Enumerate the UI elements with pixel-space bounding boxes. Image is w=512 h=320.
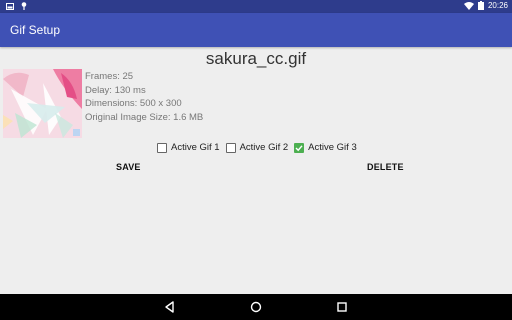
active-gif-2-label: Active Gif 2 (239, 142, 289, 153)
navigation-bar (0, 294, 512, 320)
notification-image-icon (6, 2, 14, 10)
status-time: 20:26 (487, 1, 508, 10)
status-bar: 20:26 (0, 0, 512, 13)
active-gif-1-label: Active Gif 1 (171, 142, 220, 153)
active-gif-1-checkbox[interactable]: Active Gif 1 (157, 142, 220, 153)
active-gif-2-checkbox[interactable]: Active Gif 2 (225, 142, 289, 153)
checkbox-unchecked-icon[interactable] (225, 142, 236, 153)
notification-pin-icon (21, 2, 27, 10)
gif-thumbnail (3, 69, 82, 138)
delete-button[interactable]: DELETE (367, 162, 404, 172)
checkbox-unchecked-icon[interactable] (157, 142, 167, 153)
recents-icon[interactable] (335, 300, 349, 314)
battery-icon (477, 1, 484, 10)
save-button[interactable]: SAVE (116, 162, 141, 172)
dimensions-text: Dimensions: 500 x 300 (85, 98, 182, 109)
frames-text: Frames: 25 (85, 71, 134, 82)
check-icon (295, 144, 303, 151)
gif-info: Frames: 25 Delay: 130 ms Dimensions: 500… (85, 70, 203, 124)
checkbox-checked-icon[interactable] (294, 142, 305, 153)
gif-thumbnail-image (3, 69, 82, 138)
delay-text: Delay: 130 ms (85, 84, 146, 96)
active-gif-3-label: Active Gif 3 (308, 142, 357, 153)
home-icon[interactable] (249, 300, 263, 314)
back-icon[interactable] (163, 300, 177, 314)
active-gif-3-checkbox[interactable]: Active Gif 3 (294, 142, 357, 153)
wifi-icon (463, 1, 474, 10)
gif-filename: sakura_cc.gif (205, 49, 307, 68)
original-size-text: Original Image Size: 1.6 MB (85, 111, 204, 123)
app-bar: Gif Setup (0, 13, 512, 47)
active-gif-checkboxes: Active Gif 1 Active Gif 2 Active Gif 3 (157, 142, 357, 153)
app-title: Gif Setup (10, 23, 61, 37)
